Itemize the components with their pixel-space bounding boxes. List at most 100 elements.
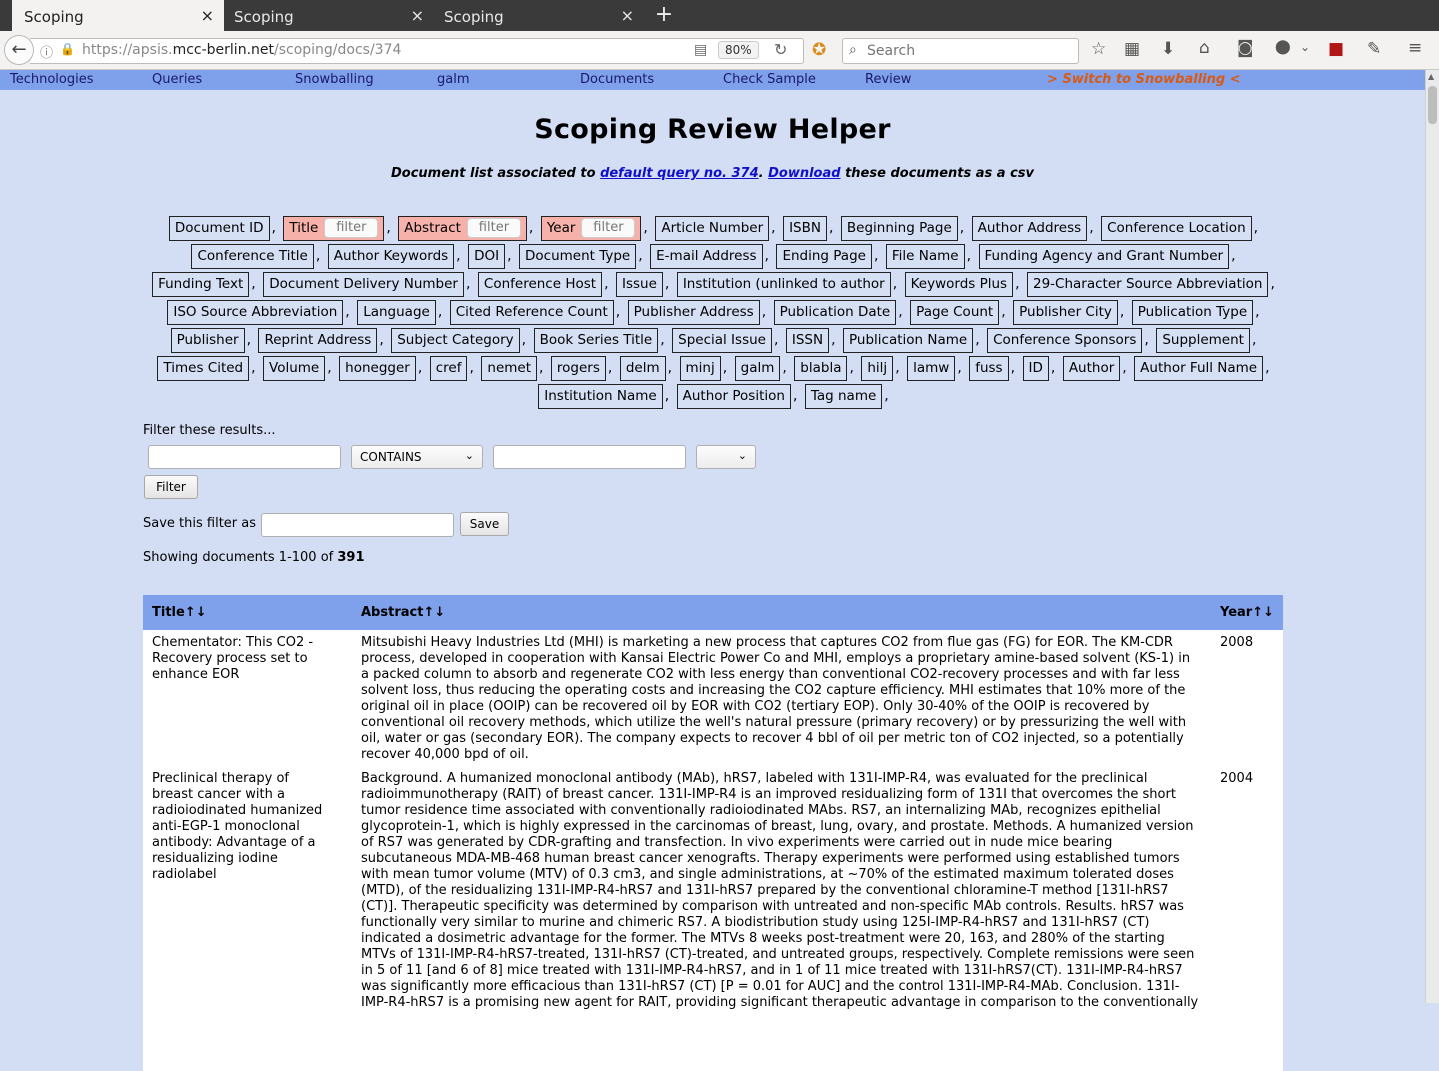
bookmarks-list-icon[interactable]: ▦ (1124, 39, 1140, 59)
field-button[interactable]: Page Count (910, 299, 1000, 325)
close-tab-icon[interactable]: × (621, 6, 634, 25)
field-button[interactable]: Language (357, 299, 436, 325)
field-filter-input[interactable]: filter (581, 217, 636, 238)
menu-item-snowballing[interactable]: Snowballing (295, 72, 374, 87)
filter-operator-select[interactable]: CONTAINS ⌄ (351, 445, 483, 469)
field-button[interactable]: ISBN (783, 215, 827, 241)
field-button[interactable]: Beginning Page (840, 215, 958, 241)
field-button[interactable]: Author Position (676, 383, 791, 409)
tab-scoping-2[interactable]: Scoping × (222, 0, 434, 31)
field-button[interactable]: Publisher City (1013, 299, 1118, 325)
filter-extra-select[interactable]: ⌄ (696, 445, 756, 469)
field-button[interactable]: blabla (794, 355, 848, 381)
field-filter-input[interactable]: filter (324, 217, 379, 238)
extension-icon[interactable]: ✪ (812, 40, 826, 60)
field-button[interactable]: Ending Page (776, 243, 872, 269)
field-button[interactable]: ISO Source Abbreviation (167, 299, 344, 325)
field-button[interactable]: fuss (969, 355, 1009, 381)
tab-scoping-1[interactable]: Scoping × (12, 0, 224, 31)
field-button[interactable]: Institution Name (538, 383, 663, 409)
chevron-down-icon[interactable]: ⌄ (1300, 40, 1310, 54)
field-button[interactable]: Publication Name (843, 327, 974, 353)
menu-item-technologies[interactable]: Technologies (10, 72, 94, 87)
field-button[interactable]: nemet (481, 355, 538, 381)
adblock-icon[interactable]: ⬤ (1275, 39, 1291, 55)
filter-field-input[interactable] (148, 445, 341, 469)
field-button[interactable]: Author (1062, 355, 1121, 381)
field-button[interactable]: hilj (861, 355, 894, 381)
field-button[interactable]: Tag name (804, 383, 883, 409)
field-button[interactable]: E-mail Address (650, 243, 763, 269)
column-header-title[interactable]: Title↑↓ (152, 605, 207, 620)
download-link[interactable]: Download (768, 166, 840, 181)
field-button[interactable]: Author Full Name (1134, 355, 1264, 381)
menu-item-review[interactable]: Review (865, 72, 911, 87)
field-button[interactable]: Document Delivery Number (263, 271, 464, 297)
field-button[interactable]: delm (619, 355, 666, 381)
zoom-indicator[interactable]: 80% (718, 41, 759, 59)
download-icon[interactable]: ⬇ (1161, 39, 1175, 59)
field-button[interactable]: Funding Agency and Grant Number (978, 243, 1230, 269)
field-button[interactable]: lamw (907, 355, 956, 381)
dropper-icon[interactable]: ✎ (1367, 39, 1381, 59)
field-button[interactable]: Issue (615, 271, 663, 297)
menu-item-galm[interactable]: galm (437, 72, 470, 87)
field-button[interactable]: File Name (885, 243, 965, 269)
reload-icon[interactable]: ↻ (774, 40, 787, 59)
back-button[interactable]: ← (4, 35, 34, 65)
field-button[interactable]: 29-Character Source Abbreviation (1026, 271, 1269, 297)
url-text[interactable]: https://apsis.mcc-berlin.net/scoping/doc… (82, 42, 401, 58)
save-filter-button[interactable]: Save (460, 512, 509, 536)
tab-scoping-3[interactable]: Scoping × (432, 0, 644, 31)
search-bar[interactable]: ⌕ (842, 38, 1079, 64)
menu-item-check-sample[interactable]: Check Sample (723, 72, 816, 87)
field-button[interactable]: Document Type (519, 243, 637, 269)
field-button[interactable]: galm (734, 355, 781, 381)
field-button[interactable]: Reprint Address (258, 327, 378, 353)
field-button[interactable]: Conference Title (191, 243, 314, 269)
field-button[interactable]: ID (1022, 355, 1049, 381)
field-button[interactable]: Funding Text (152, 271, 250, 297)
info-icon[interactable]: ⓘ (40, 42, 53, 61)
menu-item-queries[interactable]: Queries (152, 72, 202, 87)
field-button[interactable]: Document ID (168, 215, 270, 241)
field-button[interactable]: Article Number (655, 215, 770, 241)
home-icon[interactable]: ⌂ (1199, 38, 1210, 58)
hamburger-menu-icon[interactable]: ≡ (1408, 38, 1422, 58)
save-filter-name-input[interactable] (261, 513, 454, 537)
close-tab-icon[interactable]: × (201, 6, 214, 25)
filter-button[interactable]: Filter (144, 475, 198, 499)
search-input[interactable] (865, 41, 1065, 61)
field-button[interactable]: rogers (550, 355, 606, 381)
field-button[interactable]: cref (429, 355, 468, 381)
field-button[interactable]: DOI (468, 243, 506, 269)
filter-value-input[interactable] (493, 445, 686, 469)
default-query-link[interactable]: default query no. 374 (600, 166, 759, 181)
field-button[interactable]: Conference Location (1101, 215, 1252, 241)
field-button[interactable]: Keywords Plus (904, 271, 1014, 297)
scrollbar-thumb[interactable] (1428, 86, 1437, 124)
vertical-scrollbar[interactable]: ▲ (1425, 70, 1439, 1003)
sort-arrows-icon[interactable]: ↑↓ (1252, 605, 1274, 620)
field-button[interactable]: Conference Sponsors (987, 327, 1143, 353)
field-button[interactable]: ISSN (785, 327, 830, 353)
field-button[interactable]: Title filter (283, 215, 385, 241)
close-tab-icon[interactable]: × (411, 6, 424, 25)
field-button[interactable]: Subject Category (391, 327, 520, 353)
sort-arrows-icon[interactable]: ↑↓ (185, 605, 207, 620)
field-button[interactable]: honegger (339, 355, 416, 381)
pocket-icon[interactable]: ◙ (1237, 38, 1254, 58)
new-tab-icon[interactable]: + (652, 2, 676, 27)
bookmark-star-icon[interactable]: ☆ (1091, 39, 1106, 59)
field-button[interactable]: Times Cited (157, 355, 250, 381)
menu-item-documents[interactable]: Documents (580, 72, 654, 87)
field-filter-input[interactable]: filter (466, 217, 521, 238)
field-button[interactable]: Conference Host (477, 271, 603, 297)
field-button[interactable]: Special Issue (672, 327, 772, 353)
column-header-abstract[interactable]: Abstract↑↓ (361, 605, 445, 620)
sort-arrows-icon[interactable]: ↑↓ (423, 605, 445, 620)
field-button[interactable]: Publication Date (773, 299, 897, 325)
field-button[interactable]: Institution (unlinked to author (676, 271, 891, 297)
field-button[interactable]: Publisher (170, 327, 245, 353)
switch-to-snowballing-link[interactable]: > Switch to Snowballing < (1047, 72, 1241, 87)
